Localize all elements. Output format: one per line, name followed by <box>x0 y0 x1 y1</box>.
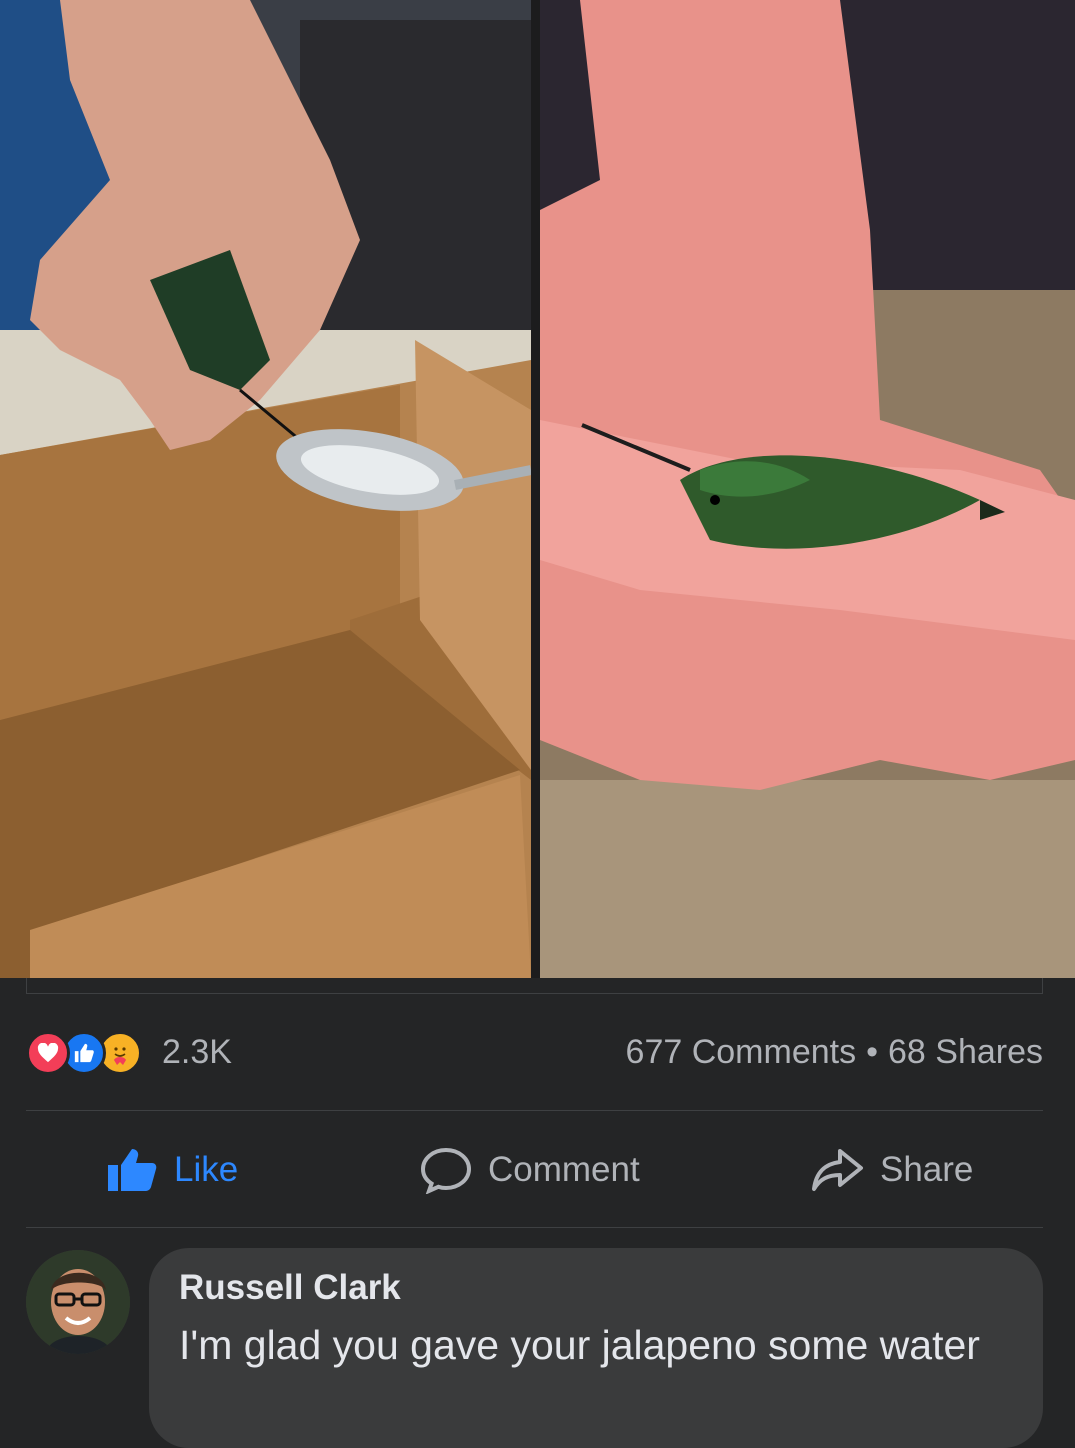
comments-count[interactable]: 677 Comments <box>626 1033 857 1071</box>
comment-item: Russell Clark I'm glad you gave your jal… <box>26 1248 1043 1448</box>
hummingbird-spoon-photo-icon <box>0 0 531 978</box>
avatar-photo-icon <box>26 1250 130 1354</box>
hummingbird-hand-photo-icon <box>540 0 1075 978</box>
divider <box>26 1227 1043 1228</box>
reaction-icons[interactable] <box>26 1031 166 1075</box>
like-button[interactable]: Like <box>106 1130 238 1210</box>
hummingbird-hand-photo[interactable] <box>540 0 1075 978</box>
post-stats: 677 Comments • 68 Shares <box>626 1033 1043 1072</box>
hummingbird-spoon-photo[interactable] <box>0 0 531 978</box>
share-button[interactable]: Share <box>810 1130 973 1210</box>
comment-label: Comment <box>488 1150 640 1189</box>
comment-text: I'm glad you gave your jalapeno some wat… <box>179 1322 980 1368</box>
shares-count[interactable]: 68 Shares <box>888 1033 1043 1071</box>
love-reaction-icon <box>26 1031 70 1075</box>
stats-separator: • <box>866 1033 878 1071</box>
reaction-count[interactable]: 2.3K <box>162 1033 232 1072</box>
divider <box>26 1110 1043 1111</box>
comment-bubble-icon <box>420 1147 472 1194</box>
post-photo-collage[interactable] <box>0 0 1075 978</box>
comment-button[interactable]: Comment <box>420 1130 640 1210</box>
comment-bubble[interactable]: Russell Clark I'm glad you gave your jal… <box>149 1248 1043 1448</box>
share-arrow-icon <box>812 1149 863 1191</box>
post-action-bar: Like Comment Share <box>26 1130 1043 1210</box>
commenter-avatar[interactable] <box>26 1250 130 1354</box>
post-image-frame <box>26 978 1043 994</box>
share-label: Share <box>880 1150 974 1189</box>
like-label: Like <box>174 1150 239 1189</box>
thumbs-up-icon <box>108 1149 157 1191</box>
commenter-name[interactable]: Russell Clark <box>179 1268 401 1308</box>
reactions-summary[interactable]: 2.3K 677 Comments • 68 Shares <box>26 1025 1043 1081</box>
